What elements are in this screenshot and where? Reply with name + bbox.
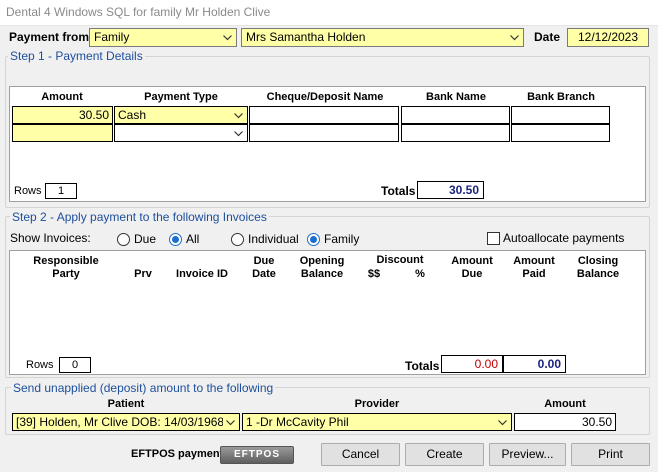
- radio-all-option[interactable]: All: [169, 232, 199, 246]
- col-patient: Patient: [107, 398, 145, 410]
- col-discount-amount: $$: [367, 268, 381, 280]
- step2-total-paid: 0.00: [503, 355, 566, 373]
- date-field[interactable]: 12/12/2023: [567, 28, 649, 47]
- date-label: Date: [534, 30, 561, 44]
- provider-value: 1 -Dr McCavity Phil: [246, 415, 349, 429]
- col-bank-branch: Bank Branch: [527, 91, 595, 103]
- radio-due-label: Due: [134, 232, 157, 246]
- title-bar: Dental 4 Windows SQL for family Mr Holde…: [0, 0, 658, 26]
- window-title: Dental 4 Windows SQL for family Mr Holde…: [6, 5, 271, 19]
- step2-title: Step 2 - Apply payment to the following …: [10, 210, 269, 224]
- eftpos-logo: EFTPOS: [233, 449, 280, 460]
- unapplied-amount-field[interactable]: 30.50: [514, 413, 616, 431]
- cancel-button[interactable]: Cancel: [321, 443, 400, 466]
- step1-totals-value: 30.50: [417, 181, 484, 199]
- radio-family-label: Family: [324, 232, 360, 246]
- bank-name-cell[interactable]: [401, 106, 510, 124]
- payer-value: Mrs Samantha Holden: [246, 30, 366, 44]
- chevron-down-icon[interactable]: [231, 108, 246, 123]
- payment-from-label: Payment from: [9, 30, 90, 44]
- col-due-date: Due Date: [252, 255, 276, 280]
- date-value: 12/12/2023: [577, 30, 639, 44]
- col-discount-percent: %: [415, 268, 425, 280]
- col-closing-balance: Closing Balance: [576, 255, 620, 280]
- autoallocate-option[interactable]: Autoallocate payments: [487, 231, 624, 245]
- autoallocate-checkbox[interactable]: [487, 231, 500, 245]
- cheque-name-cell[interactable]: [249, 106, 399, 124]
- bank-branch-cell[interactable]: [511, 106, 610, 124]
- col-responsible-party: Responsible Party: [33, 255, 99, 280]
- step2-totals-label: Totals: [405, 359, 440, 373]
- step2-rows-count: 0: [59, 357, 91, 373]
- print-button[interactable]: Print: [571, 443, 650, 466]
- radio-individual-label: Individual: [248, 232, 299, 246]
- col-cheque-name: Cheque/Deposit Name: [266, 91, 384, 103]
- payment-type-dropdown[interactable]: Cash: [114, 106, 248, 124]
- cheque-name-cell[interactable]: [249, 124, 399, 142]
- col-invoice-id: Invoice ID: [176, 268, 228, 280]
- bank-branch-cell[interactable]: [511, 124, 610, 142]
- radio-individual-option[interactable]: Individual: [231, 232, 299, 246]
- bank-name-cell[interactable]: [401, 124, 510, 142]
- col-discount: Discount: [376, 254, 424, 266]
- amount-cell[interactable]: [12, 124, 113, 142]
- eftpos-label: EFTPOS payment: [131, 448, 224, 460]
- col-payment-type: Payment Type: [144, 91, 218, 103]
- eftpos-button[interactable]: EFTPOS: [220, 446, 294, 464]
- step1-title: Step 1 - Payment Details: [8, 49, 145, 63]
- chevron-down-icon[interactable]: [231, 126, 246, 141]
- chevron-down-icon[interactable]: [223, 415, 238, 430]
- radio-due-option[interactable]: Due: [117, 232, 156, 246]
- payment-from-value: Family: [94, 30, 130, 44]
- payment-type-dropdown[interactable]: [114, 124, 248, 142]
- payer-dropdown[interactable]: Mrs Samantha Holden: [241, 28, 524, 47]
- radio-family-option[interactable]: Family: [307, 232, 359, 246]
- amount-cell[interactable]: 30.50: [12, 106, 113, 124]
- col-amount-due: Amount Due: [451, 255, 493, 280]
- radio-individual[interactable]: [231, 232, 244, 246]
- col-prv: Prv: [134, 268, 152, 280]
- autoallocate-label: Autoallocate payments: [503, 231, 625, 245]
- col-provider: Provider: [354, 398, 400, 410]
- step1-rows-count: 1: [45, 183, 77, 199]
- step2-total-due: 0.00: [441, 355, 503, 373]
- radio-due[interactable]: [117, 232, 130, 246]
- provider-dropdown[interactable]: 1 -Dr McCavity Phil: [242, 413, 512, 431]
- unapplied-amount-value: 30.50: [581, 415, 612, 429]
- payment-type-value: Cash: [118, 108, 147, 122]
- step1-totals-label: Totals: [381, 184, 416, 198]
- col-opening-balance: Opening Balance: [299, 255, 345, 280]
- step1-rows-label: Rows: [14, 185, 42, 197]
- show-invoices-label: Show Invoices:: [10, 231, 91, 245]
- unapplied-title: Send unapplied (deposit) amount to the f…: [11, 381, 276, 395]
- chevron-down-icon[interactable]: [507, 30, 522, 45]
- col-amount-paid: Amount Paid: [513, 255, 555, 280]
- preview-button[interactable]: Preview...: [489, 443, 566, 466]
- col-bank-name: Bank Name: [426, 91, 486, 103]
- col-amount: Amount: [41, 91, 83, 103]
- patient-dropdown[interactable]: [39] Holden, Mr Clive DOB: 14/03/1968: [12, 413, 240, 431]
- patient-value: [39] Holden, Mr Clive DOB: 14/03/1968: [16, 415, 225, 429]
- chevron-down-icon[interactable]: [495, 415, 510, 430]
- step2-rows-label: Rows: [26, 359, 54, 371]
- radio-family[interactable]: [307, 232, 320, 246]
- amount-value: 30.50: [78, 108, 109, 122]
- payment-from-dropdown[interactable]: Family: [89, 28, 237, 47]
- radio-all-label: All: [186, 232, 200, 246]
- col-amount: Amount: [544, 398, 586, 410]
- chevron-down-icon[interactable]: [220, 30, 235, 45]
- radio-all[interactable]: [169, 232, 182, 246]
- create-button[interactable]: Create: [405, 443, 484, 466]
